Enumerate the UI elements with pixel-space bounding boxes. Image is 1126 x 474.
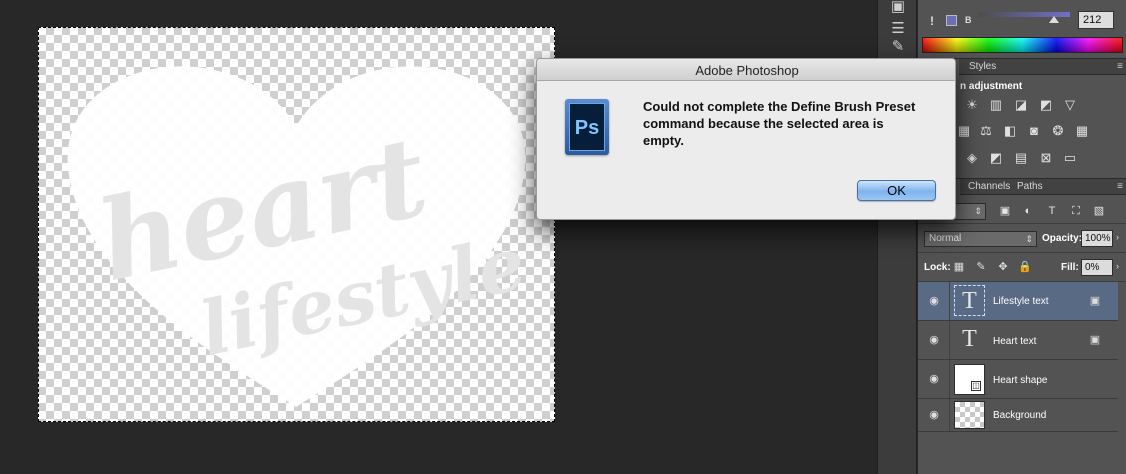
layer-row-heart-text[interactable]: ◉ T Heart text ▣ [918, 321, 1118, 360]
hue-saturation-icon[interactable]: ▦ [956, 124, 972, 138]
fill-input[interactable]: 0% [1081, 259, 1113, 276]
curves-icon[interactable]: ◪ [1013, 98, 1029, 112]
blend-mode-value: Normal [929, 233, 962, 244]
ok-button[interactable]: OK [857, 180, 936, 201]
eye-icon[interactable]: ◉ [927, 335, 941, 346]
lock-row: Lock: ▦ ✎ ✥ 🔒 Fill: 0% › [918, 253, 1126, 282]
type-filter-icon[interactable]: T [1045, 204, 1059, 218]
color-swatch[interactable] [946, 15, 957, 26]
vibrance-icon[interactable]: ▽ [1062, 98, 1078, 112]
layers-menu-icon[interactable]: ≡ [1117, 179, 1123, 195]
chevron-right-icon[interactable]: › [1116, 261, 1119, 271]
cube-icon[interactable]: ▣ [886, 0, 910, 18]
opacity-input[interactable]: 100% [1081, 230, 1113, 247]
color-spectrum[interactable] [922, 37, 1123, 53]
layer-style-icon: ▣ [1089, 334, 1101, 346]
invert-icon[interactable]: ◈ [964, 151, 980, 165]
text-layer-icon: T [962, 326, 977, 352]
vector-mask-icon: ◫ [971, 381, 981, 391]
blend-mode-select[interactable]: Normal ⇕ [924, 231, 1037, 247]
selection-marquee [38, 27, 555, 422]
layer-name[interactable]: Background [993, 410, 1046, 421]
pixel-filter-icon[interactable]: ▣ [998, 204, 1012, 218]
brightness-icon[interactable]: ☀ [964, 98, 980, 112]
lock-label: Lock: [924, 262, 951, 273]
layer-name[interactable]: Heart text [993, 336, 1036, 347]
chevron-updown-icon: ⇕ [974, 206, 982, 216]
layer-style-icon: ▣ [1089, 295, 1101, 307]
smart-object-filter-icon[interactable]: ▧ [1092, 204, 1106, 218]
layer-name[interactable]: Heart shape [993, 375, 1047, 386]
alert-dialog: Adobe Photoshop Ps Could not complete th… [536, 58, 956, 220]
blend-row: Normal ⇕ Opacity: 100% › [918, 224, 1126, 253]
dialog-title: Adobe Photoshop [695, 63, 799, 78]
brush-panel-icon[interactable]: ✎ [886, 36, 910, 58]
channel-value-input[interactable]: 212 [1078, 11, 1114, 29]
color-lookup-icon[interactable]: ▦ [1074, 124, 1090, 138]
divider [949, 360, 950, 398]
lock-position-icon[interactable]: ✥ [996, 260, 1010, 274]
shape-filter-icon[interactable]: ⛶ [1069, 204, 1083, 218]
eye-icon[interactable]: ◉ [927, 296, 941, 307]
layer-row-lifestyle-text[interactable]: ◉ T Lifestyle text ▣ [918, 282, 1118, 321]
divider [949, 321, 950, 359]
color-balance-icon[interactable]: ⚖ [978, 124, 994, 138]
text-layer-icon: T [954, 285, 985, 316]
channel-label: B [965, 15, 972, 25]
document-canvas[interactable]: heart lifestyle [38, 27, 555, 422]
photoshop-app-icon: Ps [565, 99, 609, 155]
divider [949, 399, 950, 431]
selective-color-icon[interactable]: ⊠ [1038, 151, 1054, 165]
slider-thumb[interactable] [1049, 16, 1059, 23]
levels-icon[interactable]: ▥ [988, 98, 1004, 112]
layer-name[interactable]: Lifestyle text [993, 296, 1049, 307]
photo-filter-icon[interactable]: ◙ [1026, 124, 1042, 138]
divider [949, 282, 950, 320]
lock-all-icon[interactable]: 🔒 [1018, 260, 1032, 274]
background-thumbnail [954, 401, 985, 429]
adjustments-title: n adjustment [960, 81, 1023, 92]
posterize-icon[interactable]: ◩ [988, 151, 1004, 165]
dialog-titlebar[interactable]: Adobe Photoshop [537, 59, 955, 81]
layer-row-heart-shape[interactable]: ◉ ◫ Heart shape [918, 360, 1118, 399]
gamut-warning-icon[interactable]: ! [930, 14, 934, 28]
black-white-icon[interactable]: ◧ [1002, 124, 1018, 138]
ps-logo-text: Ps [569, 103, 605, 151]
eye-icon[interactable]: ◉ [927, 410, 941, 421]
tab-paths[interactable]: Paths [1011, 179, 1049, 195]
channel-mixer-icon[interactable]: ❂ [1050, 124, 1066, 138]
threshold-icon[interactable]: ▤ [1013, 151, 1029, 165]
lock-transparent-icon[interactable]: ▦ [952, 260, 966, 274]
dialog-message: Could not complete the Define Brush Pres… [643, 99, 916, 148]
layer-row-background[interactable]: ◉ Background [918, 399, 1118, 432]
lock-image-icon[interactable]: ✎ [974, 260, 988, 274]
chevron-right-icon[interactable]: › [1116, 232, 1119, 242]
opacity-label: Opacity: [1042, 233, 1083, 244]
photoshop-window: heart lifestyle ▣ ☰ ✎ ! B 212 ments Styl… [0, 0, 1126, 474]
eye-icon[interactable]: ◉ [927, 374, 941, 385]
gradient-map-icon[interactable]: ▭ [1062, 151, 1078, 165]
color-panel: ! B 212 [918, 0, 1126, 58]
tab-styles[interactable]: Styles [963, 59, 1002, 75]
tab-channels[interactable]: Channels [962, 179, 1016, 195]
adjustment-filter-icon[interactable]: ◐ [1021, 204, 1035, 218]
chevron-updown-icon: ⇕ [1025, 234, 1033, 244]
panel-menu-icon[interactable]: ≡ [1117, 59, 1123, 75]
fill-label: Fill: [1061, 262, 1079, 273]
exposure-icon[interactable]: ◩ [1038, 98, 1054, 112]
